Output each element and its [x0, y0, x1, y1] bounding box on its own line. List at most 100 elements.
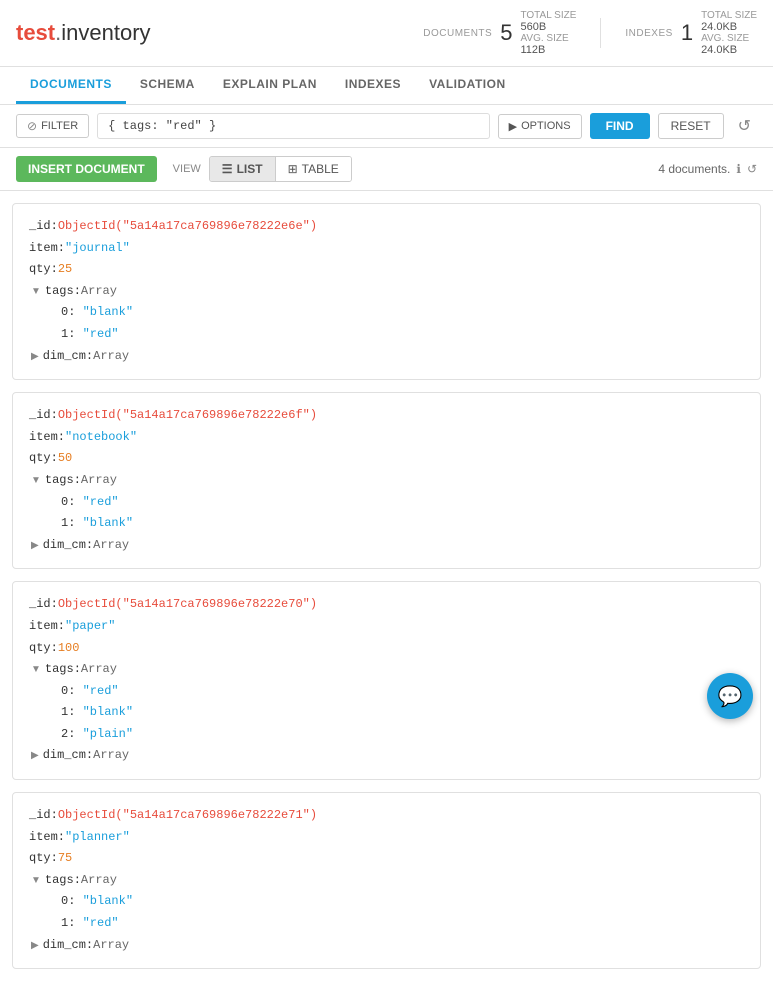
- tag-index: 1:: [61, 916, 83, 930]
- dimcm-expand-button[interactable]: ▶: [29, 750, 41, 761]
- indexes-total-size-label: TOTAL SIZE: [701, 10, 757, 21]
- tag-value: "blank": [83, 305, 133, 319]
- tag-index: 1:: [61, 327, 83, 341]
- view-toggle: ☰ LIST ⊞ TABLE: [209, 156, 352, 182]
- tag-value: "blank": [83, 894, 133, 908]
- doc-item-field: item: "notebook": [29, 427, 744, 449]
- header: test.inventory DOCUMENTS 5 TOTAL SIZE 56…: [0, 0, 773, 67]
- tab-indexes[interactable]: INDEXES: [331, 67, 415, 104]
- find-button[interactable]: FIND: [590, 113, 650, 139]
- tag-index: 0:: [61, 495, 83, 509]
- options-button[interactable]: ▶ OPTIONS: [498, 114, 582, 139]
- tag-value: "red": [83, 684, 119, 698]
- indexes-total-size: 24.0KB: [701, 21, 757, 33]
- doc-tags-field: ▼tags: Array: [29, 659, 744, 681]
- dimcm-expand-button[interactable]: ▶: [29, 351, 41, 362]
- view-label: VIEW: [173, 163, 201, 175]
- tags-expand-button[interactable]: ▼: [29, 875, 43, 886]
- doc-dimcm-field: ▶dim_cm: Array: [29, 535, 744, 557]
- list-item: 0: "blank": [29, 302, 744, 324]
- total-size-label: TOTAL SIZE: [520, 10, 576, 21]
- tag-value: "red": [83, 495, 119, 509]
- tab-documents[interactable]: DOCUMENTS: [16, 67, 126, 104]
- avg-size-label: AVG. SIZE: [520, 33, 576, 44]
- list-item: 1: "blank": [29, 513, 744, 535]
- indexes-avg-size-label: AVG. SIZE: [701, 33, 757, 44]
- refresh-icon[interactable]: ↺: [747, 162, 757, 176]
- filter-label: FILTER: [41, 120, 78, 132]
- doc-id-field: _id: ObjectId("5a14a17ca769896e78222e71"…: [29, 805, 744, 827]
- tag-value: "red": [83, 327, 119, 341]
- chat-bubble[interactable]: 💬: [707, 673, 753, 719]
- filter-bar: ⊘ FILTER ▶ OPTIONS FIND RESET ↺: [0, 105, 773, 148]
- documents-area: _id: ObjectId("5a14a17ca769896e78222e6e"…: [0, 191, 773, 981]
- tab-schema[interactable]: SCHEMA: [126, 67, 209, 104]
- funnel-icon: ⊘: [27, 119, 37, 133]
- insert-document-button[interactable]: INSERT DOCUMENT: [16, 156, 157, 182]
- tab-validation[interactable]: VALIDATION: [415, 67, 520, 104]
- doc-count-text: 4 documents.: [658, 162, 730, 176]
- tab-explain-plan[interactable]: EXPLAIN PLAN: [209, 67, 331, 104]
- indexes-sub: TOTAL SIZE 24.0KB AVG. SIZE 24.0KB: [701, 10, 757, 56]
- chat-icon: 💬: [718, 684, 743, 709]
- doc-card: _id: ObjectId("5a14a17ca769896e78222e6f"…: [12, 392, 761, 569]
- tag-value: "blank": [83, 705, 133, 719]
- indexes-label: INDEXES: [625, 28, 672, 39]
- table-view-button[interactable]: ⊞ TABLE: [276, 157, 351, 181]
- doc-item-field: item: "paper": [29, 616, 744, 638]
- tag-index: 1:: [61, 516, 83, 530]
- tags-expand-button[interactable]: ▼: [29, 664, 43, 675]
- doc-tags-field: ▼tags: Array: [29, 470, 744, 492]
- doc-id-field: _id: ObjectId("5a14a17ca769896e78222e70"…: [29, 594, 744, 616]
- options-label: OPTIONS: [521, 120, 571, 132]
- indexes-avg-size: 24.0KB: [701, 44, 757, 56]
- header-stats: DOCUMENTS 5 TOTAL SIZE 560B AVG. SIZE 11…: [423, 10, 757, 56]
- doc-item-field: item: "planner": [29, 827, 744, 849]
- doc-id-field: _id: ObjectId("5a14a17ca769896e78222e6f"…: [29, 405, 744, 427]
- dimcm-expand-button[interactable]: ▶: [29, 540, 41, 551]
- tag-index: 0:: [61, 305, 83, 319]
- logo-inventory: inventory: [61, 20, 150, 45]
- documents-stat: DOCUMENTS 5 TOTAL SIZE 560B AVG. SIZE 11…: [423, 10, 576, 56]
- table-icon: ⊞: [288, 162, 298, 176]
- doc-card: _id: ObjectId("5a14a17ca769896e78222e6e"…: [12, 203, 761, 380]
- logo-test: test: [16, 20, 55, 45]
- indexes-count: 1: [681, 20, 693, 46]
- tags-expand-button[interactable]: ▼: [29, 286, 43, 297]
- list-label: LIST: [237, 162, 263, 176]
- doc-dimcm-field: ▶dim_cm: Array: [29, 935, 744, 957]
- filter-input[interactable]: [97, 113, 489, 139]
- doc-item-field: item: "journal": [29, 238, 744, 260]
- dimcm-expand-button[interactable]: ▶: [29, 940, 41, 951]
- filter-button[interactable]: ⊘ FILTER: [16, 114, 89, 138]
- history-button[interactable]: ↺: [732, 114, 757, 138]
- info-icon[interactable]: ℹ: [736, 162, 741, 176]
- document-count: 4 documents. ℹ ↺: [658, 162, 757, 176]
- toolbar: INSERT DOCUMENT VIEW ☰ LIST ⊞ TABLE 4 do…: [0, 148, 773, 191]
- tag-value: "blank": [83, 516, 133, 530]
- doc-card: _id: ObjectId("5a14a17ca769896e78222e70"…: [12, 581, 761, 780]
- documents-count: 5: [500, 20, 512, 46]
- documents-label: DOCUMENTS: [423, 28, 492, 39]
- stat-divider: [600, 18, 601, 48]
- list-view-button[interactable]: ☰ LIST: [210, 157, 276, 181]
- list-item: 1: "red": [29, 913, 744, 935]
- list-item: 0: "red": [29, 681, 744, 703]
- doc-id-field: _id: ObjectId("5a14a17ca769896e78222e6e"…: [29, 216, 744, 238]
- reset-button[interactable]: RESET: [658, 113, 724, 139]
- doc-tags-field: ▼tags: Array: [29, 870, 744, 892]
- logo: test.inventory: [16, 20, 151, 46]
- documents-sub: TOTAL SIZE 560B AVG. SIZE 112B: [520, 10, 576, 56]
- tag-index: 1:: [61, 705, 83, 719]
- doc-dimcm-field: ▶dim_cm: Array: [29, 346, 744, 368]
- tabs: DOCUMENTS SCHEMA EXPLAIN PLAN INDEXES VA…: [0, 67, 773, 105]
- tag-index: 0:: [61, 684, 83, 698]
- list-item: 2: "plain": [29, 724, 744, 746]
- list-item: 1: "blank": [29, 702, 744, 724]
- table-label: TABLE: [302, 162, 339, 176]
- doc-dimcm-field: ▶dim_cm: Array: [29, 745, 744, 767]
- doc-tags-field: ▼tags: Array: [29, 281, 744, 303]
- tags-expand-button[interactable]: ▼: [29, 475, 43, 486]
- doc-qty-field: qty: 100: [29, 638, 744, 660]
- documents-total-size: 560B: [520, 21, 576, 33]
